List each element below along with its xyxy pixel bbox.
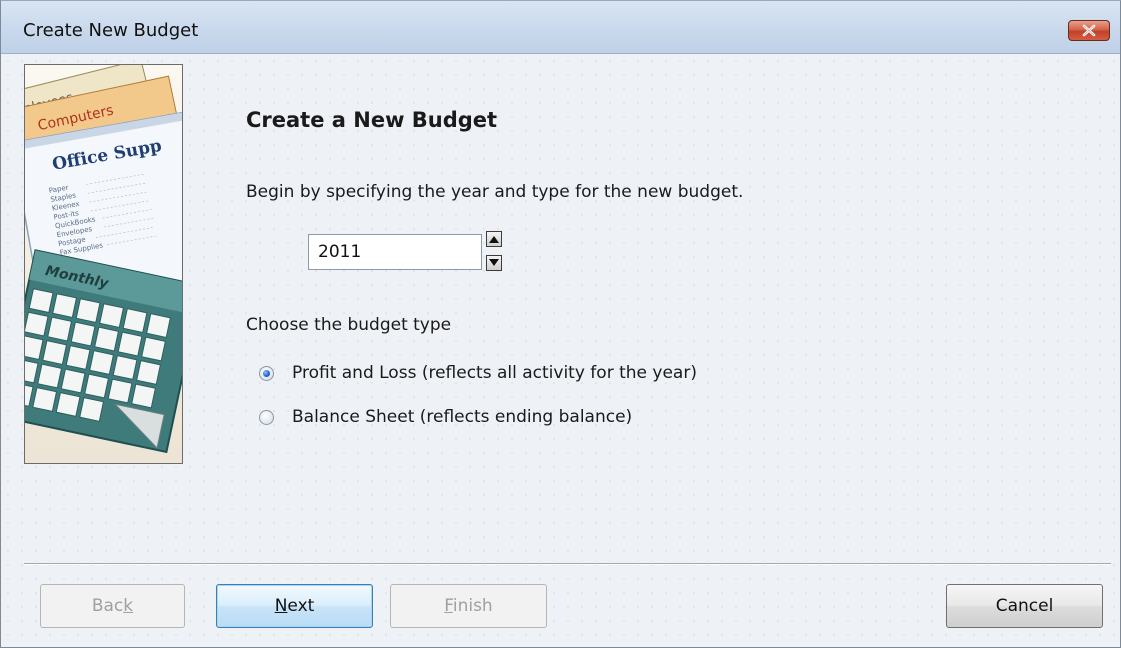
close-button[interactable]: [1068, 20, 1110, 41]
finish-button[interactable]: Finish: [390, 584, 547, 628]
intro-text: Begin by specifying the year and type fo…: [246, 182, 744, 202]
button-divider: [24, 563, 1111, 565]
button-label: Bac: [91, 596, 124, 616]
cancel-button[interactable]: Cancel: [946, 584, 1103, 628]
back-button[interactable]: Back: [40, 584, 185, 628]
create-budget-dialog: Create New Budget m: [0, 0, 1121, 648]
radio-button[interactable]: [259, 366, 274, 381]
year-increment-button[interactable]: [486, 231, 502, 247]
button-accelerator: N: [274, 596, 288, 616]
window-title: Create New Budget: [23, 20, 199, 41]
budget-illustration: mployees Computers Office Supp Paper Sta…: [24, 64, 183, 464]
arrow-up-icon: [489, 236, 499, 243]
year-input[interactable]: [308, 234, 482, 270]
radio-selected-dot: [263, 370, 270, 377]
page-title: Create a New Budget: [246, 108, 498, 132]
budget-type-label: Choose the budget type: [246, 315, 452, 335]
radio-button[interactable]: [259, 410, 274, 425]
radio-label[interactable]: Profit and Loss (reflects all activity f…: [292, 363, 697, 383]
button-accelerator: k: [123, 596, 134, 616]
title-bar[interactable]: Create New Budget: [1, 1, 1120, 54]
close-icon: [1082, 24, 1096, 37]
arrow-down-icon: [489, 259, 499, 266]
year-decrement-button[interactable]: [486, 255, 502, 271]
button-label: ext: [287, 596, 315, 616]
next-button[interactable]: Next: [216, 584, 373, 628]
button-accelerator: F: [444, 596, 453, 616]
button-label: inish: [452, 596, 493, 616]
dialog-body: mployees Computers Office Supp Paper Sta…: [1, 54, 1120, 647]
radio-label[interactable]: Balance Sheet (reflects ending balance): [292, 407, 632, 427]
illustration-graphic: mployees Computers Office Supp Paper Sta…: [25, 65, 182, 463]
